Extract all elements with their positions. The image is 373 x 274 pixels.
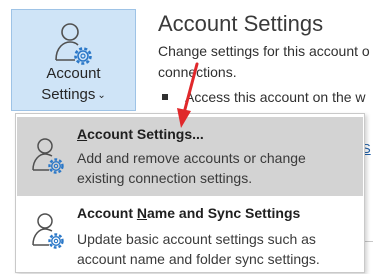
account-settings-button[interactable]: Account Settings ⌄ <box>11 9 136 111</box>
title-part: Account <box>77 205 137 221</box>
title-part: ccount Settings... <box>87 126 204 142</box>
page-description: Change settings for this account o conne… <box>158 41 370 83</box>
outlook-account-info-page: Account Settings ⌄ Account Settings Chang… <box>0 0 373 273</box>
page-description-line2: connections. <box>158 64 237 80</box>
account-button-label-line2: Settings ⌄ <box>12 86 135 103</box>
account-settings-icon <box>32 213 64 249</box>
menu-item-description: Update basic account settings such as ac… <box>77 231 320 267</box>
bullet-text: Access this account on the w <box>185 89 366 105</box>
menu-item-title: Account Name and Sync Settings <box>77 205 300 221</box>
account-settings-dropdown: Account Settings... Add and remove accou… <box>15 113 365 273</box>
menu-item-account-settings[interactable]: Account Settings... Add and remove accou… <box>17 117 363 196</box>
account-button-label-line1: Account <box>46 65 101 82</box>
menu-item-description: Add and remove accounts or change existi… <box>77 150 306 186</box>
access-key: N <box>136 205 148 221</box>
menu-item-account-name-sync[interactable]: Account Name and Sync Settings Update ba… <box>17 198 363 274</box>
page-description-line1: Change settings for this account o <box>158 43 370 59</box>
account-button-label-text: Settings <box>41 86 96 103</box>
divider <box>364 241 373 242</box>
access-key: A <box>77 126 88 142</box>
account-settings-icon <box>55 23 92 65</box>
account-settings-icon <box>32 138 64 174</box>
chevron-down-icon: ⌄ <box>97 90 106 101</box>
bullet-item: Access this account on the w <box>162 89 366 105</box>
menu-item-title: Account Settings... <box>77 126 204 142</box>
page-title: Account Settings <box>158 11 324 36</box>
title-part: ame and Sync Settings <box>147 205 301 221</box>
bullet-icon <box>162 94 168 100</box>
